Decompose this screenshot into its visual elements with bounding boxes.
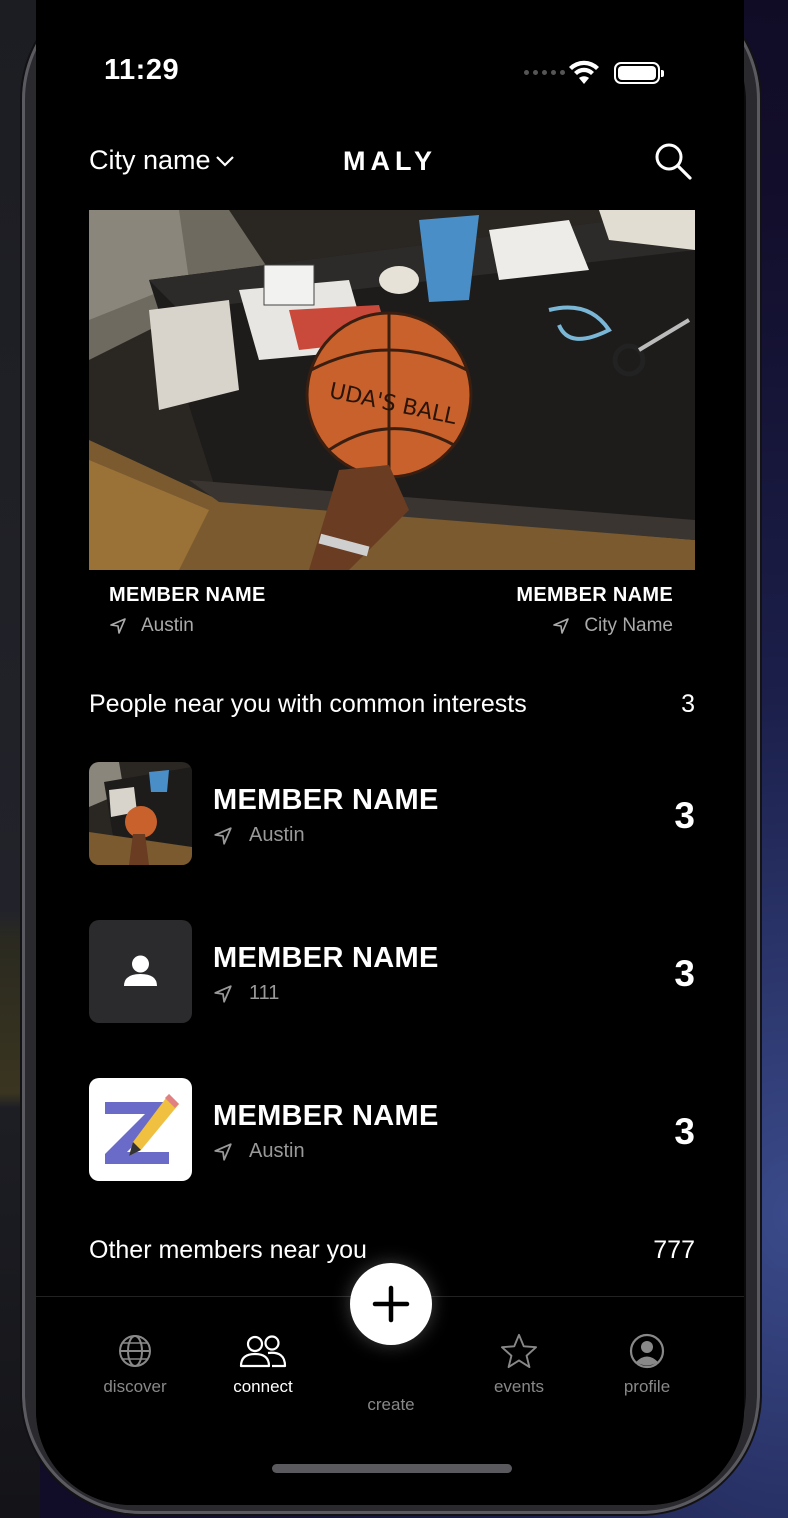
create-label: create xyxy=(367,1395,415,1414)
tab-bar: discover connect create events profile xyxy=(36,1263,744,1505)
member-location: Austin xyxy=(109,615,266,637)
location-arrow-icon xyxy=(214,1142,232,1161)
tab-profile[interactable]: profile xyxy=(592,1333,702,1397)
list-item[interactable]: MEMBER NAME Austin 3 xyxy=(89,762,695,866)
member-location-text: 111 xyxy=(249,982,280,1004)
member-name: MEMBER NAME xyxy=(516,584,673,606)
member-name: MEMBER NAME xyxy=(213,784,439,816)
avatar xyxy=(89,762,192,865)
tab-discover[interactable]: discover xyxy=(80,1333,190,1397)
tab-label: discover xyxy=(103,1377,167,1396)
member-location-text: Austin xyxy=(141,615,194,636)
tab-label: connect xyxy=(233,1377,293,1396)
wifi-icon xyxy=(569,60,599,84)
z-pencil-logo-icon xyxy=(105,1094,179,1164)
list-item[interactable]: MEMBER NAME 111 3 xyxy=(89,920,695,1024)
home-indicator xyxy=(272,1464,512,1473)
member-name: MEMBER NAME xyxy=(213,942,439,974)
avatar xyxy=(89,1078,192,1181)
tab-events[interactable]: events xyxy=(464,1333,574,1397)
globe-icon xyxy=(119,1335,151,1367)
common-interest-count: 3 xyxy=(674,795,695,836)
tab-label: profile xyxy=(623,1377,671,1396)
common-interest-count: 3 xyxy=(674,1111,695,1152)
member-location: 111 xyxy=(213,982,279,1005)
common-interest-count: 3 xyxy=(674,953,695,994)
status-indicators xyxy=(524,60,704,88)
member-location-text: Austin xyxy=(249,824,305,846)
common-interests-header: People near you with common interests 3 xyxy=(89,690,695,719)
star-icon xyxy=(500,1333,537,1369)
app-screen: 11:29 City name MALY UDA'S BALL MEMBER N… xyxy=(36,0,744,1505)
person-placeholder-icon xyxy=(124,955,157,986)
member-location-text: City Name xyxy=(584,615,673,636)
create-button[interactable] xyxy=(350,1263,432,1345)
location-arrow-icon xyxy=(553,618,570,634)
member-location: Austin xyxy=(213,824,305,847)
search-icon[interactable] xyxy=(653,141,693,181)
list-item[interactable]: MEMBER NAME Austin 3 xyxy=(89,1078,695,1182)
featured-member-left[interactable]: MEMBER NAME Austin xyxy=(109,584,266,637)
app-title: MALY xyxy=(342,146,437,176)
tab-connect[interactable]: connect xyxy=(208,1333,318,1397)
member-location: City Name xyxy=(516,615,673,637)
member-name: MEMBER NAME xyxy=(213,1100,439,1132)
location-arrow-icon xyxy=(214,826,232,845)
status-time: 11:29 xyxy=(104,54,180,86)
cellular-signal-icon xyxy=(524,70,565,75)
other-members-header: Other members near you 777 xyxy=(89,1236,695,1265)
member-location-text: Austin xyxy=(249,1140,305,1162)
section-count: 777 xyxy=(653,1236,695,1264)
member-location: Austin xyxy=(213,1140,305,1163)
plus-icon xyxy=(372,1285,410,1323)
section-count: 3 xyxy=(681,690,695,718)
location-arrow-icon xyxy=(214,984,232,1003)
battery-icon xyxy=(614,62,664,84)
profile-icon xyxy=(629,1333,665,1369)
featured-member-right[interactable]: MEMBER NAME City Name xyxy=(516,584,673,637)
section-title: Other members near you xyxy=(89,1236,367,1264)
featured-photo[interactable]: UDA'S BALL xyxy=(89,210,695,570)
tab-label: events xyxy=(493,1377,545,1396)
location-arrow-icon xyxy=(110,618,126,634)
member-name: MEMBER NAME xyxy=(109,584,266,606)
people-icon xyxy=(239,1335,287,1368)
section-title: People near you with common interests xyxy=(89,690,527,718)
avatar xyxy=(89,920,192,1023)
